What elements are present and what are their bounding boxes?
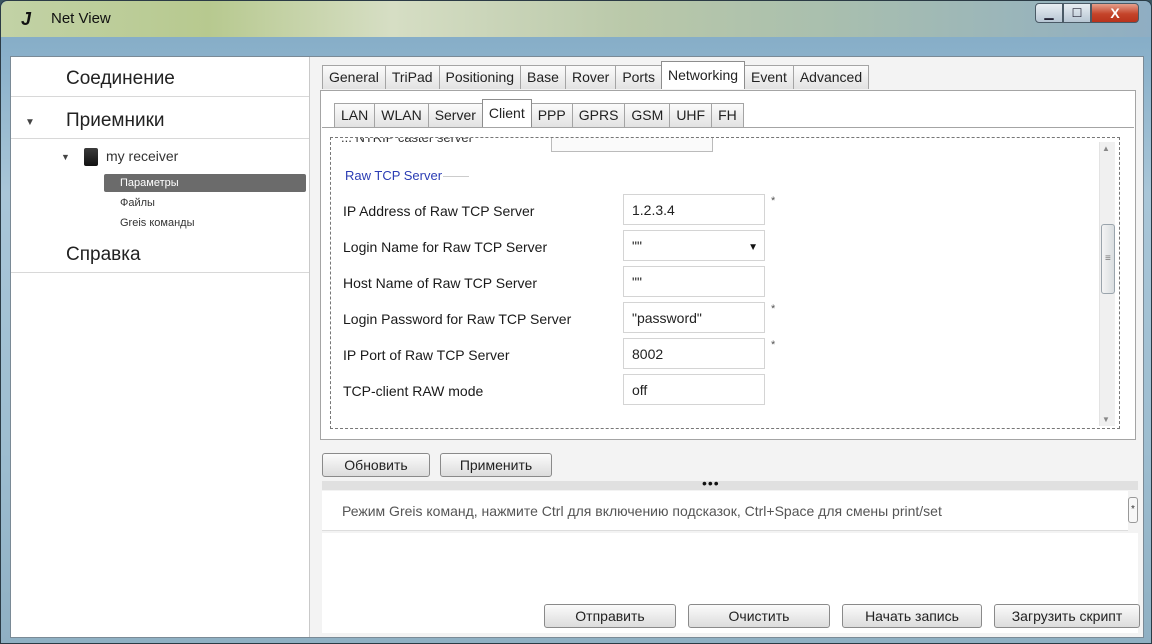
required-asterisk: * (771, 303, 776, 315)
hint-expand-button[interactable]: * (1128, 497, 1138, 523)
app-logo-icon: J (21, 9, 32, 29)
settings-scroll-area: ... NTRIP caster server Raw TCP Server I… (330, 137, 1120, 429)
clear-button[interactable]: Очистить (688, 604, 830, 628)
raw-mode-label: TCP-client RAW mode (343, 383, 484, 399)
tab-gprs[interactable]: GPRS (571, 103, 626, 127)
refresh-button[interactable]: Обновить (322, 453, 430, 477)
tab-event[interactable]: Event (744, 65, 794, 89)
tab-uhf[interactable]: UHF (669, 103, 713, 127)
raw-mode-input[interactable]: off (623, 374, 765, 405)
field-row-ip-port: IP Port of Raw TCP Server 8002 * (331, 338, 1091, 372)
sidebar: Соединение ▼ Приемники ▼ my receiver Пар… (11, 57, 309, 637)
start-record-button[interactable]: Начать запись (842, 604, 982, 628)
tab-networking[interactable]: Networking (661, 61, 746, 89)
sidebar-item-parameters[interactable]: Параметры (104, 174, 306, 192)
login-password-input[interactable]: "password" (623, 302, 765, 333)
tab-ports[interactable]: Ports (615, 65, 662, 89)
group-title: Raw TCP Server (345, 168, 443, 183)
nav-help-label: Справка (66, 244, 141, 265)
receiver-device-icon (84, 148, 98, 166)
host-name-label: Host Name of Raw TCP Server (343, 275, 537, 291)
tab-server[interactable]: Server (427, 103, 483, 127)
clipped-field[interactable] (551, 138, 713, 152)
send-button[interactable]: Отправить (544, 604, 676, 628)
tab-fh[interactable]: FH (711, 103, 744, 127)
ip-port-input[interactable]: 8002 (623, 338, 765, 369)
load-script-button[interactable]: Загрузить скрипт (994, 604, 1140, 628)
required-asterisk: * (771, 195, 776, 207)
login-name-value: "" (632, 238, 642, 254)
title-bar[interactable]: J Net View ▁ ☐ X (1, 1, 1151, 37)
window-controls: ▁ ☐ X (1035, 3, 1139, 23)
collapse-arrow-icon[interactable]: ▼ (25, 117, 35, 128)
tab-lan[interactable]: LAN (334, 103, 376, 127)
login-name-label: Login Name for Raw TCP Server (343, 239, 548, 255)
group-divider (443, 176, 469, 177)
nav-receivers[interactable]: ▼ Приемники (11, 103, 309, 139)
window-title: Net View (51, 10, 111, 27)
sidebar-item-files[interactable]: Файлы (104, 194, 306, 212)
apply-button[interactable]: Применить (440, 453, 552, 477)
host-name-input[interactable]: "" (623, 266, 765, 297)
sub-tabs: LAN WLAN Server Client PPP GPRS GSM UHF … (334, 99, 744, 127)
ip-address-input[interactable]: 1.2.3.4 (623, 194, 765, 225)
ip-port-label: IP Port of Raw TCP Server (343, 347, 510, 363)
nav-receivers-label: Приемники (66, 110, 165, 131)
maximize-button[interactable]: ☐ (1063, 3, 1091, 23)
nav-connection-label: Соединение (66, 68, 175, 89)
tab-gsm[interactable]: GSM (624, 103, 671, 127)
clipped-label: ... NTRIP caster server (341, 137, 473, 145)
login-name-dropdown[interactable]: "" ▼ (623, 230, 765, 261)
nav-connection[interactable]: Соединение (11, 61, 309, 97)
close-button[interactable]: X (1091, 3, 1139, 23)
tab-ppp[interactable]: PPP (530, 103, 573, 127)
client-area: Соединение ▼ Приемники ▼ my receiver Пар… (10, 56, 1144, 638)
field-row-login-password: Login Password for Raw TCP Server "passw… (331, 302, 1091, 336)
login-password-label: Login Password for Raw TCP Server (343, 311, 572, 327)
field-row-raw-mode: TCP-client RAW mode off (331, 374, 1091, 408)
splitter-grip: ••• (702, 475, 720, 491)
app-window: J Net View ▁ ☐ X Соединение ▼ Приемники … (0, 0, 1152, 644)
nav-help[interactable]: Справка (11, 237, 309, 273)
command-hint-bar[interactable]: Режим Greis команд, нажмите Ctrl для вкл… (322, 491, 1138, 531)
scroll-up-icon[interactable]: ▲ (1102, 144, 1110, 153)
chevron-down-icon[interactable]: ▼ (748, 242, 758, 253)
tab-positioning[interactable]: Positioning (438, 65, 522, 89)
field-row-ip-address: IP Address of Raw TCP Server 1.2.3.4 * (331, 194, 1091, 228)
tab-tripad[interactable]: TriPad (384, 65, 440, 89)
field-row-host-name: Host Name of Raw TCP Server "" (331, 266, 1091, 300)
receiver-name: my receiver (106, 148, 179, 164)
tab-general[interactable]: General (322, 65, 386, 89)
tab-wlan[interactable]: WLAN (374, 103, 429, 127)
main-panel: General TriPad Positioning Base Rover Po… (309, 57, 1143, 637)
sidebar-item-greis-commands[interactable]: Greis команды (104, 214, 306, 232)
scrollbar-thumb[interactable]: ≡ (1101, 224, 1115, 294)
main-tabs: General TriPad Positioning Base Rover Po… (322, 61, 870, 89)
field-row-login-name: Login Name for Raw TCP Server "" ▼ (331, 230, 1091, 264)
scroll-down-icon[interactable]: ▼ (1102, 415, 1110, 424)
tree-receiver[interactable]: ▼ my receiver (11, 147, 309, 167)
grip-icon: ≡ (1105, 253, 1111, 264)
ip-address-label: IP Address of Raw TCP Server (343, 203, 535, 219)
required-asterisk: * (771, 339, 776, 351)
tab-client[interactable]: Client (481, 99, 532, 127)
command-hint-text: Режим Greis команд, нажмите Ctrl для вкл… (342, 503, 942, 519)
tab-base[interactable]: Base (520, 65, 566, 89)
minimize-button[interactable]: ▁ (1035, 3, 1063, 23)
tab-rover[interactable]: Rover (564, 65, 617, 89)
tree-expand-arrow-icon[interactable]: ▼ (61, 152, 70, 162)
vertical-scrollbar[interactable]: ▲ ≡ ▼ (1099, 142, 1115, 426)
panel-splitter[interactable]: ••• (322, 475, 1138, 491)
tab-advanced[interactable]: Advanced (792, 65, 870, 89)
